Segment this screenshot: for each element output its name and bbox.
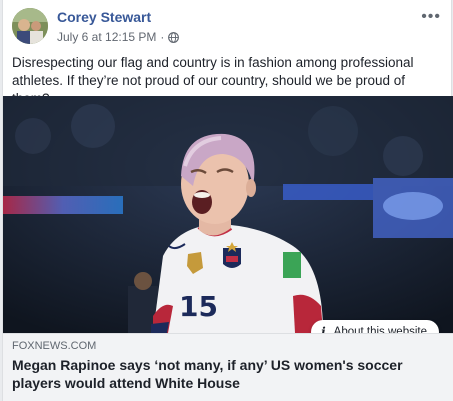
post-timestamp[interactable]: July 6 at 12:15 PM [57,30,156,44]
link-headline[interactable]: Megan Rapinoe says ‘not many, if any’ US… [12,356,442,392]
more-options-icon[interactable]: ••• [421,8,441,26]
link-domain: FOXNEWS.COM [12,340,97,352]
jersey-number: 15 [179,290,218,323]
avatar[interactable] [12,8,48,44]
author-name[interactable]: Corey Stewart [57,9,151,25]
facebook-post: Corey Stewart July 6 at 12:15 PM · ••• D… [2,0,453,401]
post-header: Corey Stewart July 6 at 12:15 PM · ••• [3,0,451,48]
link-preview-caption[interactable]: FOXNEWS.COM Megan Rapinoe says ‘not many… [3,333,453,401]
link-preview-image[interactable]: 15 [3,96,453,333]
meta-separator: · [160,30,165,44]
post-meta: July 6 at 12:15 PM · [57,30,180,44]
globe-icon[interactable] [168,31,180,43]
